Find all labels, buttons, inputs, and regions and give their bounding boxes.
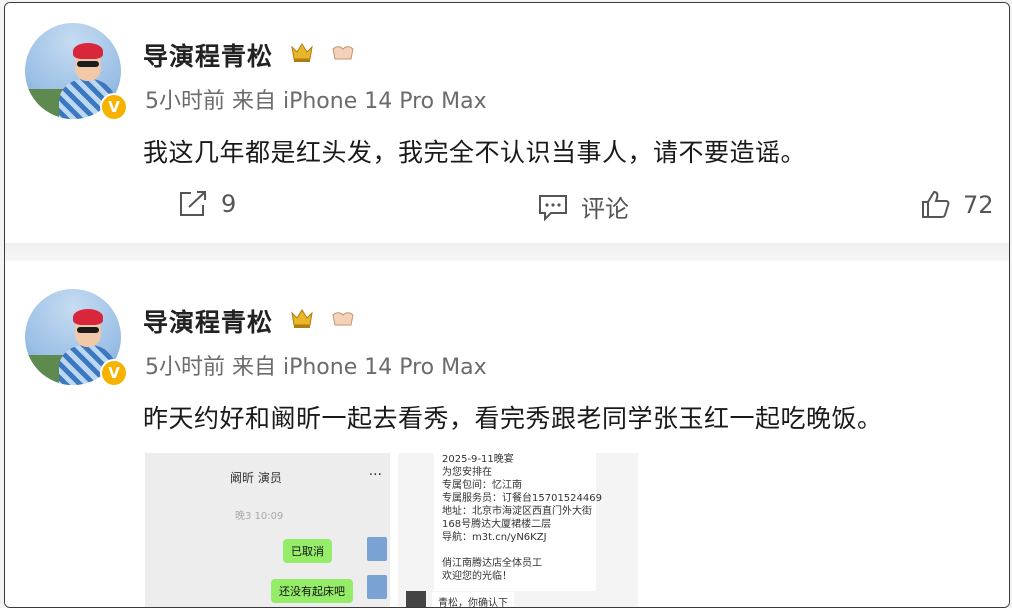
like-icon xyxy=(922,190,950,218)
repost-count: 9 xyxy=(221,190,237,218)
like-count: 72 xyxy=(963,191,994,219)
chat-avatar xyxy=(367,537,387,561)
reservation-line: 专属服务员：订餐台15701524469 xyxy=(442,493,602,504)
author-name[interactable]: 导演程青松 xyxy=(143,303,273,339)
reservation-line: 专属包间：忆江南 xyxy=(442,480,522,491)
handshake-icon xyxy=(332,312,354,326)
post-image-reservation[interactable]: 2025-9-11晚宴 为您安排在 专属包间：忆江南 专属服务员：订餐台1570… xyxy=(398,453,638,607)
comment-icon xyxy=(539,194,567,221)
weibo-post-1: V 导演程青松 5小时前 来自 iPhone 14 Pro Max 我这几年都是… xyxy=(5,3,1009,243)
chat-title: 阚昕 演员 xyxy=(230,471,282,485)
reservation-line: 导航：m3t.cn/yN6KZJ xyxy=(442,532,547,543)
handshake-icon xyxy=(332,46,354,60)
screenshot-frame: V 导演程青松 5小时前 来自 iPhone 14 Pro Max 我这几年都是… xyxy=(4,2,1010,608)
chat-avatar xyxy=(406,591,426,607)
reservation-line: 欢迎您的光临！ xyxy=(442,571,512,582)
more-icon: ··· xyxy=(368,467,382,483)
verified-badge-icon: V xyxy=(100,93,128,121)
crown-icon xyxy=(291,43,313,62)
chat-time: 晚3 10:09 xyxy=(235,511,284,522)
verified-badge-icon: V xyxy=(100,359,128,387)
reservation-spacer xyxy=(442,544,596,557)
post-content: 我这几年都是红头发，我完全不认识当事人，请不要造谣。 xyxy=(143,138,807,167)
reservation-line: 俏江南腾达店全体员工 xyxy=(442,558,542,569)
comment-button[interactable]: 评论 xyxy=(537,189,629,224)
post-separator xyxy=(5,243,1009,261)
reservation-message: 2025-9-11晚宴 为您安排在 专属包间：忆江南 专属服务员：订餐台1570… xyxy=(434,453,602,591)
post-meta: 5小时前 来自 iPhone 14 Pro Max xyxy=(145,355,487,380)
chat-avatar xyxy=(367,575,387,599)
reservation-line: 2025-9-11晚宴 xyxy=(442,454,514,465)
post-content: 昨天约好和阚昕一起去看秀，看完秀跟老同学张玉红一起吃晚饭。 xyxy=(143,404,883,433)
weibo-post-2: V 导演程青松 5小时前 来自 iPhone 14 Pro Max 昨天约好和阚… xyxy=(5,261,1009,607)
chat-bubble: 已取消 xyxy=(283,539,332,563)
post-meta: 5小时前 来自 iPhone 14 Pro Max xyxy=(145,89,487,114)
reservation-line: 地址：北京市海淀区西直门外大街 xyxy=(442,506,592,517)
reservation-reply: 青松，你确认下 xyxy=(432,591,514,607)
reservation-footer: 青松，你确认下 xyxy=(406,591,514,607)
post-image-chat[interactable]: 阚昕 演员 ··· 晚3 10:09 已取消 还没有起床吧 xyxy=(145,453,390,607)
comment-label: 评论 xyxy=(581,195,629,223)
chat-bubble: 还没有起床吧 xyxy=(271,579,353,603)
repost-icon xyxy=(180,191,206,216)
reservation-line: 168号腾达大厦裙楼二层 xyxy=(442,519,552,530)
crown-icon xyxy=(291,309,313,328)
author-name[interactable]: 导演程青松 xyxy=(143,37,273,73)
repost-button[interactable]: 9 xyxy=(177,189,236,219)
reservation-line: 为您安排在 xyxy=(442,467,492,478)
like-button[interactable]: 72 xyxy=(919,189,994,221)
